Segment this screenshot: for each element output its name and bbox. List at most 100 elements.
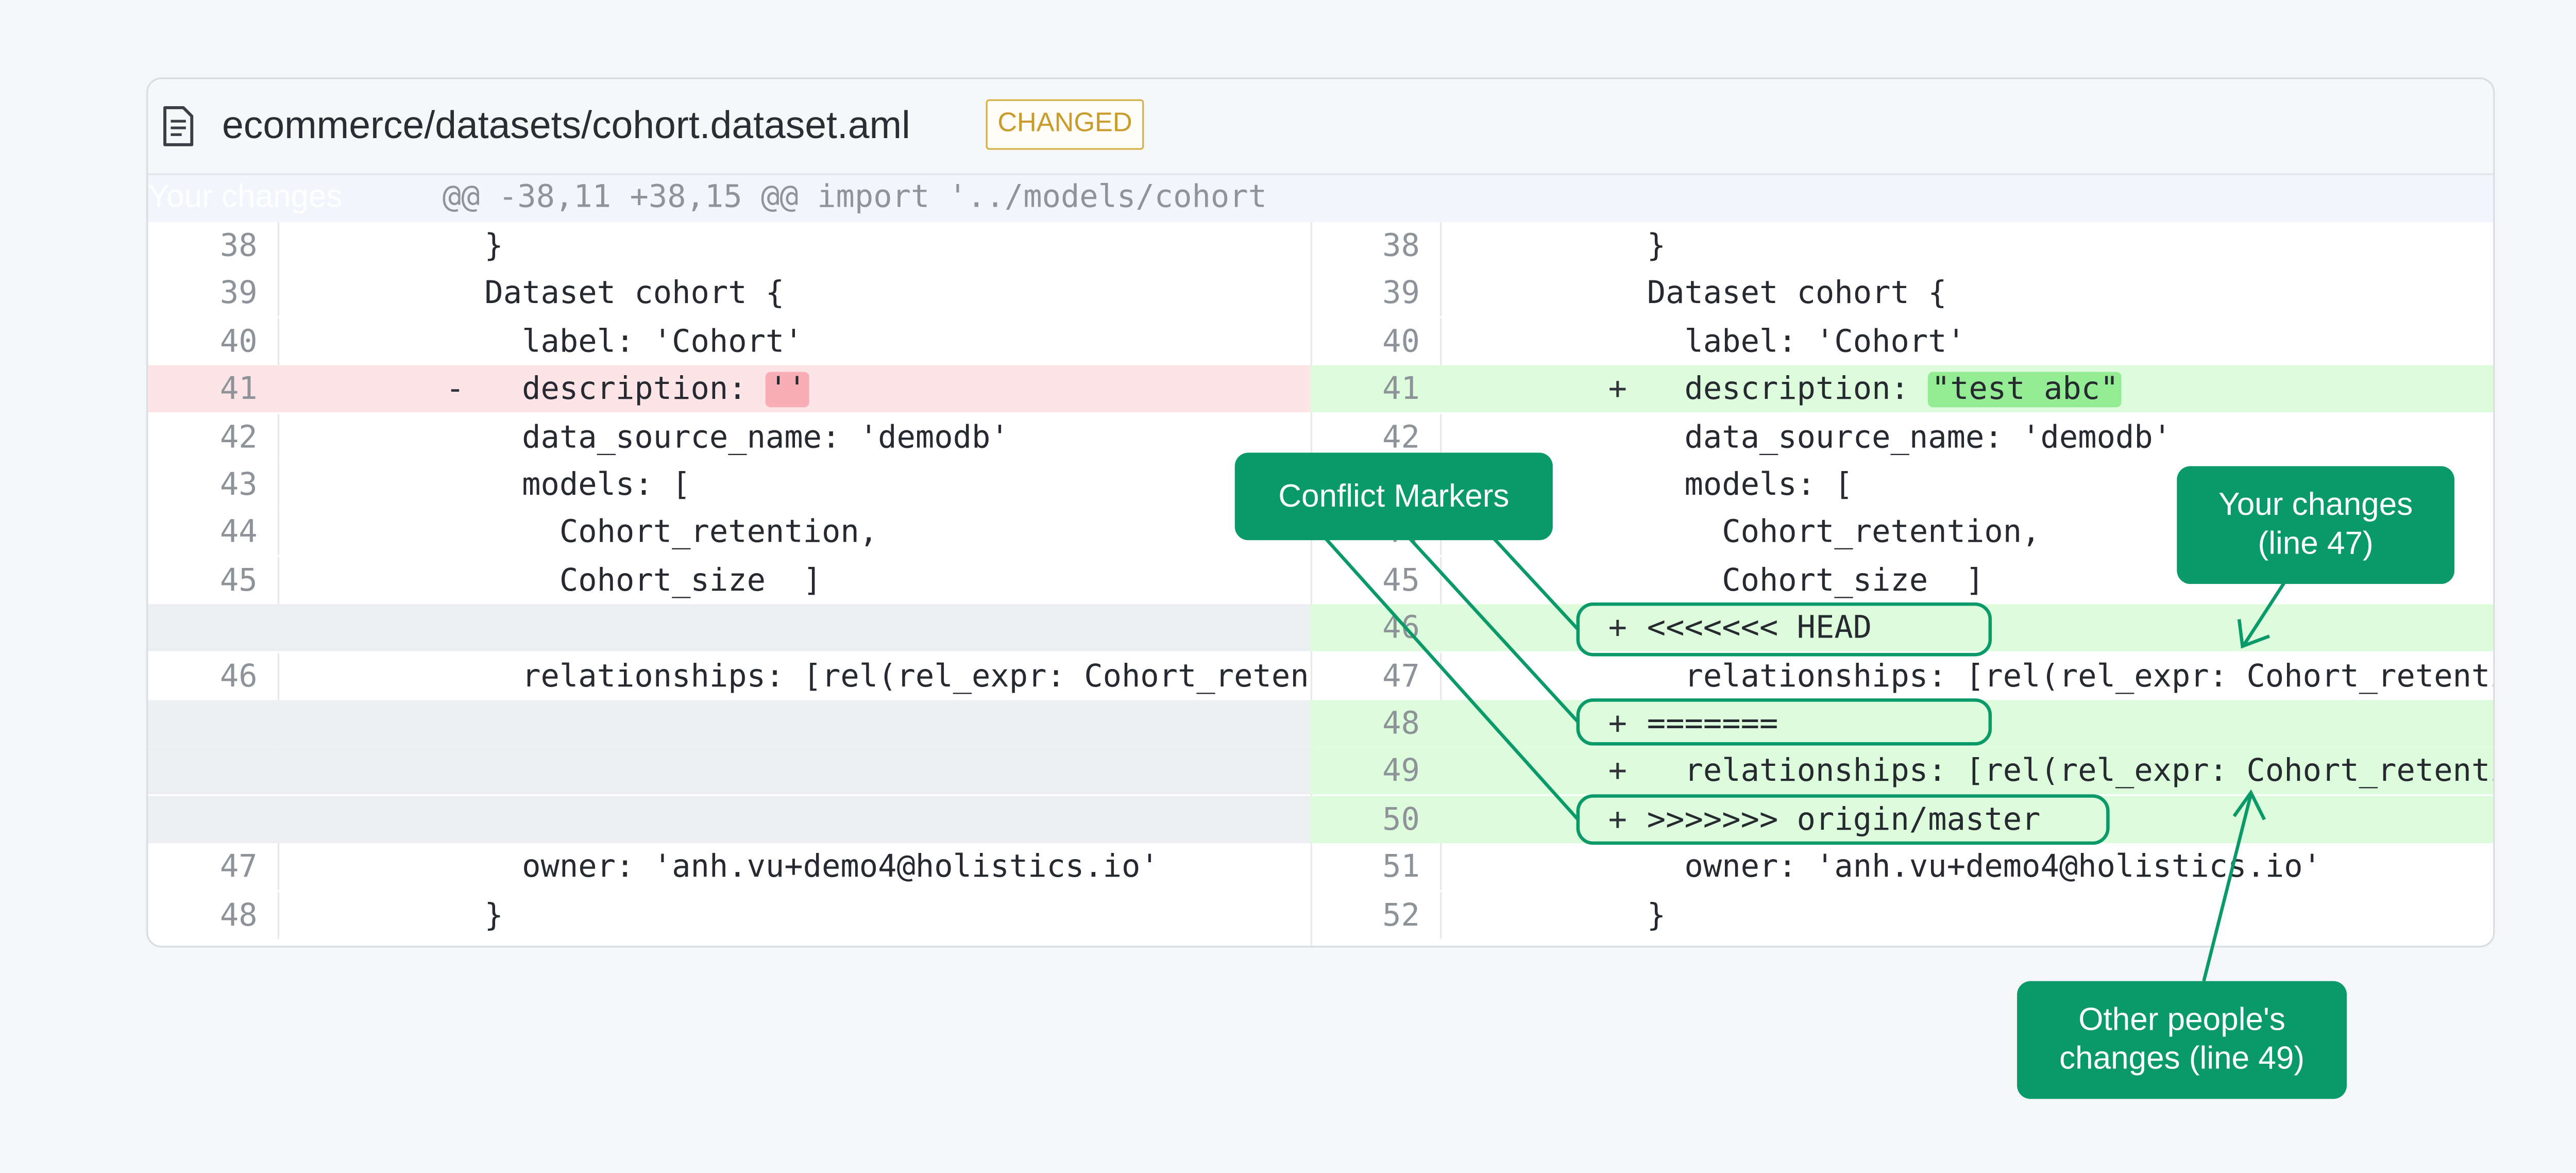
line-number-gutter: 43 xyxy=(148,461,280,509)
code-cell xyxy=(277,795,1311,843)
line-number-gutter: 38 xyxy=(1311,222,1442,270)
line-number-gutter: 40 xyxy=(148,317,280,365)
diff-line: 41 + description: "test abc" xyxy=(1310,365,2494,413)
line-number-gutter: 46 xyxy=(148,652,280,700)
line-number-gutter: 39 xyxy=(148,270,280,317)
code-text: } xyxy=(484,229,503,264)
diff-line: 45 Cohort_size ] xyxy=(148,557,1310,604)
code-text: data_source_name: 'demodb' xyxy=(1647,420,2172,456)
diff-line: 46 + <<<<<<< HEAD xyxy=(1310,604,2494,652)
line-number: 51 xyxy=(1382,850,1420,886)
code-cell: + description: "test abc" xyxy=(1440,365,2494,413)
added-marker: + xyxy=(1608,372,1628,408)
code-text: Cohort_retention, xyxy=(484,515,878,551)
line-number-gutter: 42 xyxy=(148,413,280,461)
diff-line xyxy=(148,700,1311,747)
added-marker: + xyxy=(1608,755,1628,790)
code-cell: } xyxy=(1440,891,2493,938)
code-text: } xyxy=(1647,229,1666,264)
diff-line: 47 owner: 'anh.vu+demo4@holistics.io' xyxy=(148,843,1310,891)
diff-line: 52} xyxy=(1311,891,2494,939)
line-number: 44 xyxy=(219,515,258,551)
code-cell: + relationships: [rel(rel_expr: Cohort_r… xyxy=(1440,748,2494,795)
added-marker: + xyxy=(1608,707,1628,742)
code-text: label: 'Cohort' xyxy=(484,324,803,360)
line-number-gutter: 44 xyxy=(148,509,280,556)
line-number: 42 xyxy=(1382,420,1420,456)
code-cell: + ======= xyxy=(1440,700,2494,747)
code-text: Cohort_size ] xyxy=(484,563,822,599)
line-number: 40 xyxy=(219,324,258,360)
code-text: } xyxy=(1647,898,1666,933)
diff-line: 47 relationships: [rel(rel_expr: Cohort_… xyxy=(1311,652,2493,700)
code-text: Cohort_size ] xyxy=(1647,563,1985,599)
code-text: Dataset cohort { xyxy=(484,276,785,312)
diff-line: 42 data_source_name: 'demodb' xyxy=(148,413,1310,461)
line-number-gutter: 52 xyxy=(1311,891,1442,939)
diff-line: 50 + >>>>>>> origin/master xyxy=(1310,795,2494,843)
line-number-gutter: 45 xyxy=(148,557,280,604)
diff-line: 39 Dataset cohort { xyxy=(148,270,1310,317)
line-number: 45 xyxy=(1382,563,1420,599)
code-text-plain: description: xyxy=(484,372,766,408)
line-number-gutter: 38 xyxy=(148,222,280,270)
line-number-gutter xyxy=(148,700,280,747)
callout-text: Conflict Markers xyxy=(1278,478,1510,514)
changed-token: '' xyxy=(765,372,810,408)
added-marker: + xyxy=(1608,802,1628,838)
code-cell: + >>>>>>> origin/master xyxy=(1440,795,2494,843)
code-cell: relationships: [rel(rel_expr: Cohort_ret… xyxy=(278,652,1311,699)
code-text: >>>>>>> origin/master xyxy=(1647,802,2041,838)
code-text: } xyxy=(484,898,503,933)
diff-line: 48 + ======= xyxy=(1310,700,2494,747)
line-number: 41 xyxy=(219,372,258,408)
line-number: 39 xyxy=(219,276,258,312)
diff-line: 38} xyxy=(1311,222,2494,270)
line-number-gutter: 45 xyxy=(1311,557,1442,604)
line-number-gutter: 48 xyxy=(148,891,280,939)
line-number-gutter: 39 xyxy=(1311,270,1442,317)
code-text: data_source_name: 'demodb' xyxy=(484,420,1009,456)
code-text: owner: 'anh.vu+demo4@holistics.io' xyxy=(484,850,1159,886)
code-text: relationships: [rel(rel_expr: Cohort_ret… xyxy=(1647,659,2494,695)
line-number: 40 xyxy=(1382,324,1420,360)
code-cell: } xyxy=(1440,222,2493,269)
callout-conflict-markers: Conflict Markers xyxy=(1234,453,1553,541)
code-cell: data_source_name: 'demodb' xyxy=(1440,413,2493,460)
line-number: 45 xyxy=(219,563,258,599)
code-cell: + <<<<<<< HEAD xyxy=(1440,604,2494,652)
line-number-gutter: 51 xyxy=(1311,843,1442,891)
code-text: Dataset cohort { xyxy=(1647,276,1947,312)
code-text: <<<<<<< HEAD xyxy=(1647,611,1872,647)
code-cell: - description: '' xyxy=(277,365,1311,413)
line-number-gutter: 41 xyxy=(148,365,280,413)
document-icon xyxy=(163,106,194,146)
diff-line: 44 Cohort_retention, xyxy=(148,509,1310,556)
diff-line: 48} xyxy=(148,891,1311,939)
removed-marker: - xyxy=(446,372,465,408)
code-cell: relationships: [rel(rel_expr: Cohort_ret… xyxy=(1440,652,2493,699)
line-number-gutter: 46 xyxy=(1310,604,1442,652)
diff-view: Your changes @@ -38,11 +38,15 @@ import … xyxy=(148,175,2494,946)
side-label: Your changes xyxy=(148,180,343,215)
diff-line: 39 Dataset cohort { xyxy=(1311,270,2494,317)
diff-line: 43 models: [ xyxy=(148,461,1310,509)
file-header: ecommerce/datasets/cohort.dataset.aml CH… xyxy=(148,79,2494,175)
line-number-gutter: 49 xyxy=(1310,748,1442,795)
code-cell: } xyxy=(278,891,1311,938)
diff-line xyxy=(148,748,1311,795)
line-number-gutter xyxy=(148,604,280,652)
code-cell: } xyxy=(278,222,1311,269)
diff-line: 49 + relationships: [rel(rel_expr: Cohort… xyxy=(1310,748,2494,795)
line-number: 41 xyxy=(1382,372,1420,408)
code-text: relationships: [rel(rel_expr: Cohort_ret… xyxy=(484,659,1311,695)
code-text-plain: description: xyxy=(1647,372,1928,408)
code-cell: Cohort_size ] xyxy=(278,557,1311,604)
line-number-gutter: 47 xyxy=(148,843,280,891)
line-number: 38 xyxy=(1382,229,1420,264)
code-text: description: "test abc" xyxy=(1647,372,2123,408)
line-number-gutter: 48 xyxy=(1310,700,1442,747)
diff-line: 51 owner: 'anh.vu+demo4@holistics.io' xyxy=(1311,843,2494,891)
file-path[interactable]: ecommerce/datasets/cohort.dataset.aml xyxy=(222,103,910,148)
line-number: 39 xyxy=(1382,276,1420,312)
